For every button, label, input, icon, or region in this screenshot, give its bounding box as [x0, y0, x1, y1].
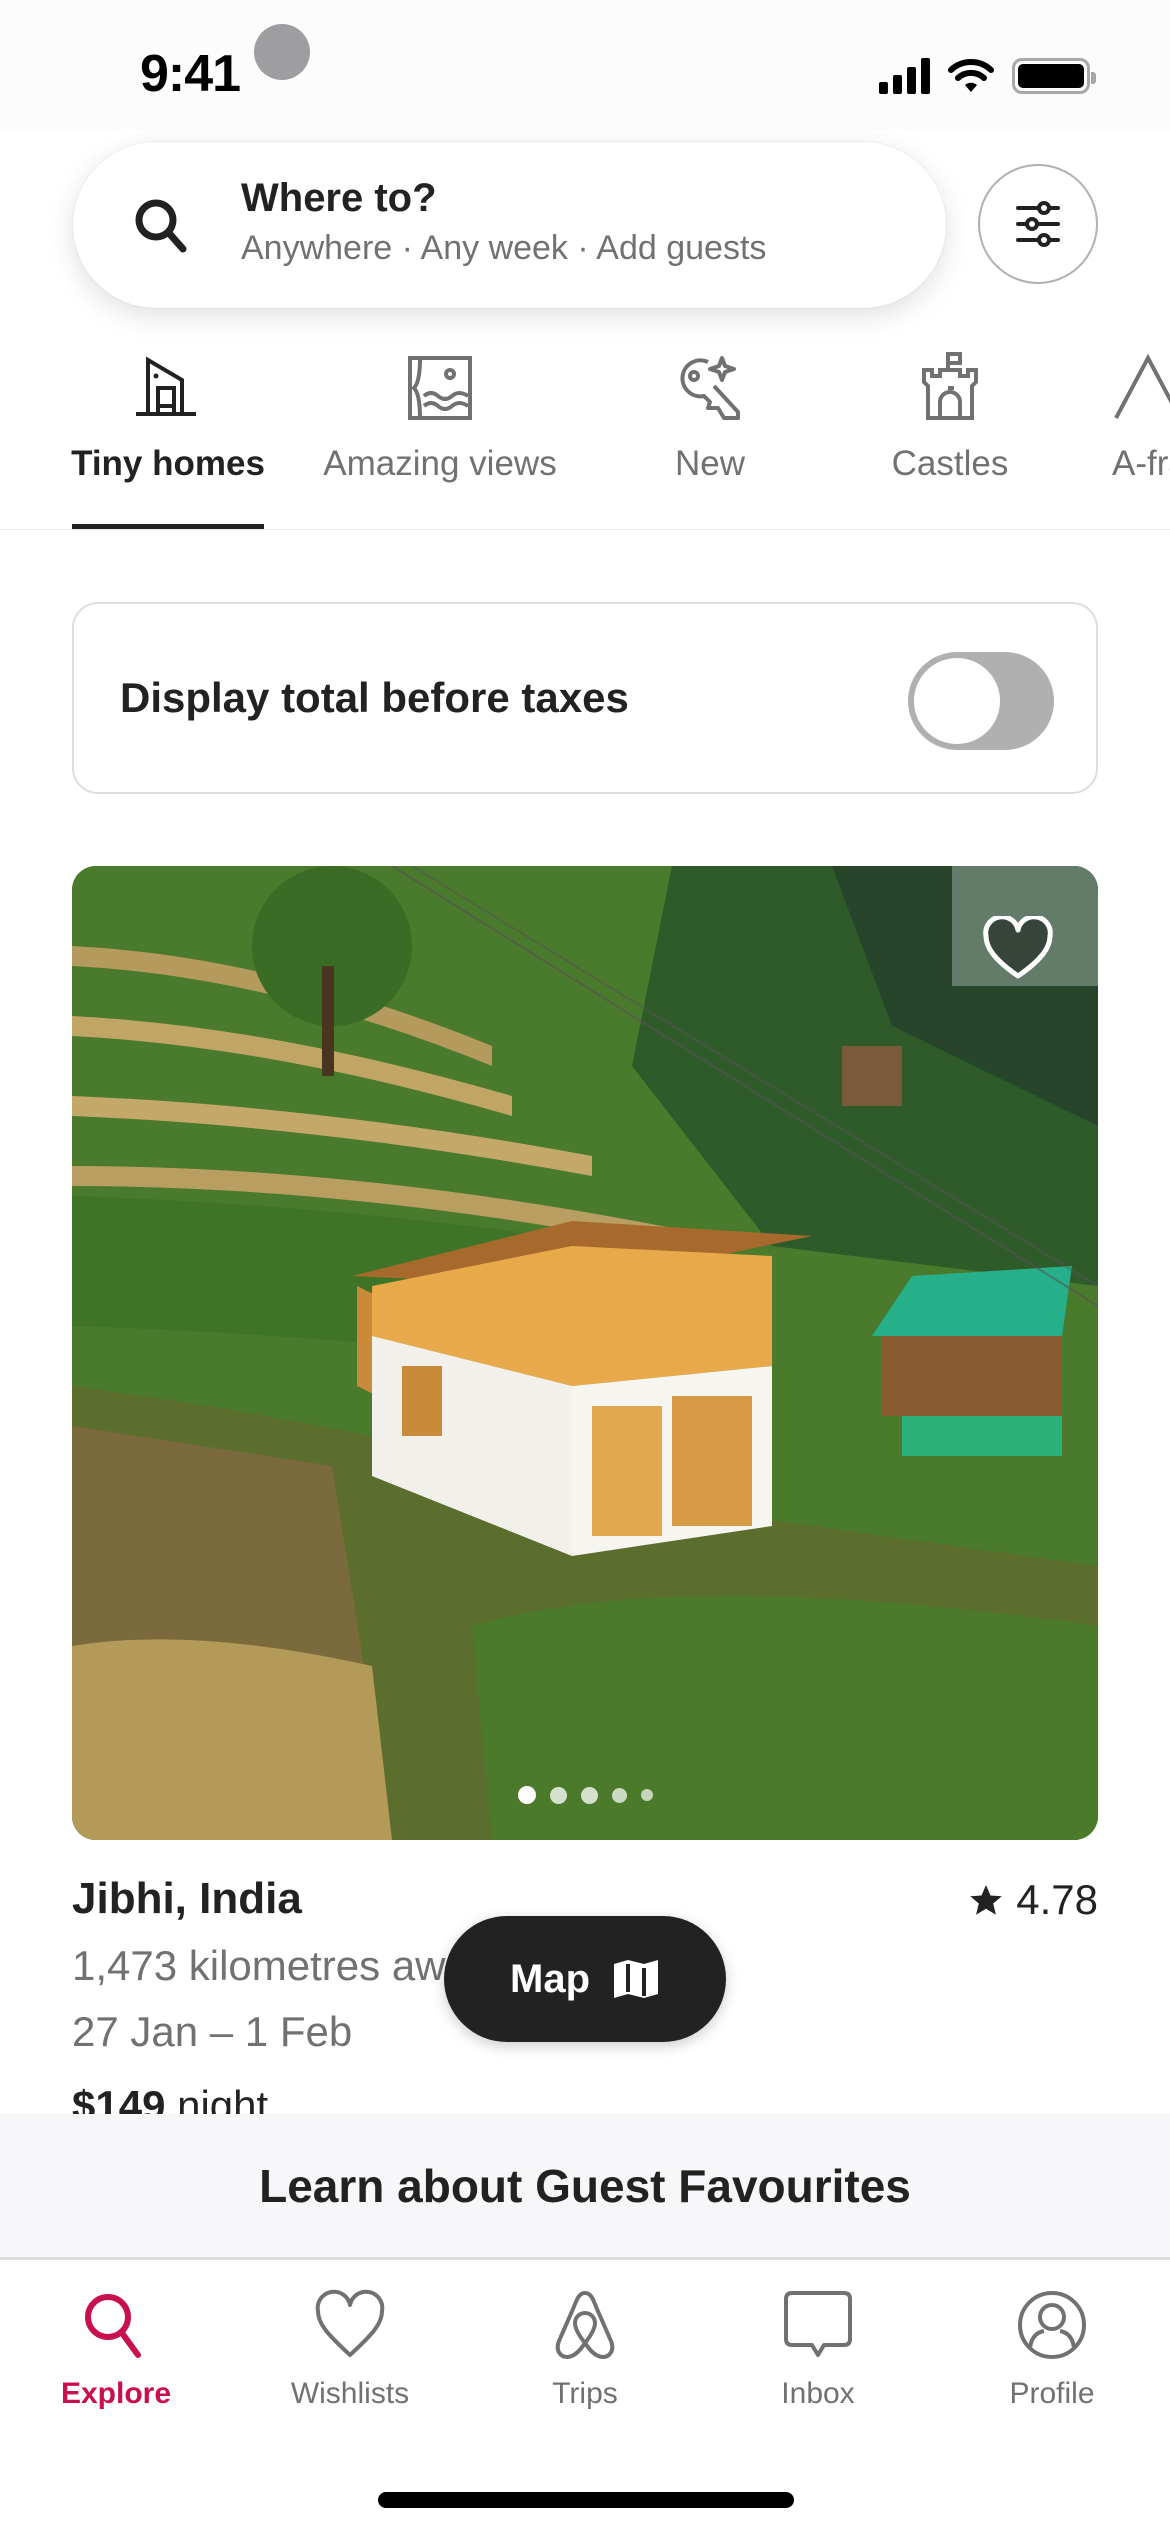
category-label: Tiny homes [71, 444, 265, 483]
wishlist-heart-button[interactable] [982, 916, 1054, 982]
cellular-signal-icon [879, 58, 930, 94]
tiny-home-icon [136, 356, 196, 416]
category-amazing-views[interactable]: Amazing views [305, 352, 575, 484]
category-new[interactable]: New [620, 352, 800, 484]
star-icon [970, 1885, 1002, 1915]
display-total-card: Display total before taxes [72, 602, 1098, 794]
search-text: Where to? Anywhere · Any week · Add gues… [241, 176, 766, 268]
map-icon [614, 1960, 658, 1998]
status-bar: 9:41 [0, 0, 1170, 130]
tab-trips[interactable]: Trips [485, 2287, 685, 2411]
category-label: Amazing views [323, 444, 557, 483]
camera-indicator [254, 24, 310, 80]
wifi-icon [948, 59, 994, 92]
search-icon [135, 199, 187, 253]
search-title: Where to? [241, 176, 437, 220]
airbnb-logo-icon [555, 2290, 615, 2360]
listing-photo[interactable] [72, 866, 1098, 1840]
display-total-toggle[interactable] [908, 652, 1054, 750]
tab-explore[interactable]: Explore [16, 2287, 216, 2411]
category-tiny-homes[interactable]: Tiny homes [71, 352, 265, 484]
pagination-dot [549, 1786, 567, 1804]
key-sparkle-icon [680, 356, 740, 420]
user-circle-icon [1018, 2291, 1086, 2359]
guest-favourites-banner[interactable]: Learn about Guest Favourites [0, 2114, 1170, 2260]
map-button[interactable]: Map [444, 1916, 726, 2042]
active-category-indicator [72, 524, 264, 529]
home-indicator[interactable] [378, 2492, 794, 2508]
listing-photo-illustration [72, 866, 1098, 1840]
rating-value: 4.78 [1016, 1876, 1098, 1923]
category-bar: Tiny homes Amazing views New Castles A-f… [0, 340, 1170, 530]
a-frame-icon [1114, 353, 1170, 419]
status-time: 9:41 [140, 45, 241, 103]
search-subtitle: Anywhere · Any week · Add guests [241, 229, 767, 267]
tab-profile[interactable]: Profile [952, 2287, 1152, 2411]
category-label: New [674, 444, 746, 483]
category-label: Castles [891, 444, 1009, 483]
pagination-dot-active [517, 1786, 536, 1804]
search-bar[interactable]: Where to? Anywhere · Any week · Add gues… [73, 142, 946, 308]
category-castles[interactable]: Castles [860, 352, 1040, 484]
status-icons [879, 58, 1096, 94]
pagination-dot [611, 1787, 627, 1803]
heart-icon [315, 2289, 385, 2357]
display-total-label: Display total before taxes [120, 674, 629, 721]
guest-favourites-link[interactable]: Learn about Guest Favourites [259, 2159, 911, 2213]
listing-rating: 4.78 [968, 1876, 1098, 1924]
message-icon [784, 2291, 852, 2357]
tab-inbox[interactable]: Inbox [718, 2287, 918, 2411]
tab-label: Profile [1009, 2377, 1095, 2410]
tab-label: Trips [552, 2377, 618, 2410]
map-button-label: Map [510, 1956, 590, 2001]
castle-icon [922, 352, 978, 420]
category-label: A-frames [1112, 444, 1170, 483]
photo-pagination [72, 1786, 1098, 1804]
sliders-icon [1016, 201, 1060, 247]
toggle-knob [914, 658, 1000, 744]
pagination-dot [580, 1786, 598, 1804]
tab-label: Inbox [781, 2377, 855, 2410]
filters-button[interactable] [978, 164, 1098, 284]
tab-label: Wishlists [290, 2377, 410, 2410]
tab-wishlists[interactable]: Wishlists [250, 2287, 450, 2411]
battery-icon [1012, 58, 1096, 94]
search-icon [85, 2294, 141, 2358]
category-a-frames[interactable]: A-frames [1112, 352, 1170, 484]
view-frame-icon [408, 356, 472, 420]
tab-label: Explore [60, 2377, 172, 2410]
pagination-dot [640, 1789, 653, 1801]
